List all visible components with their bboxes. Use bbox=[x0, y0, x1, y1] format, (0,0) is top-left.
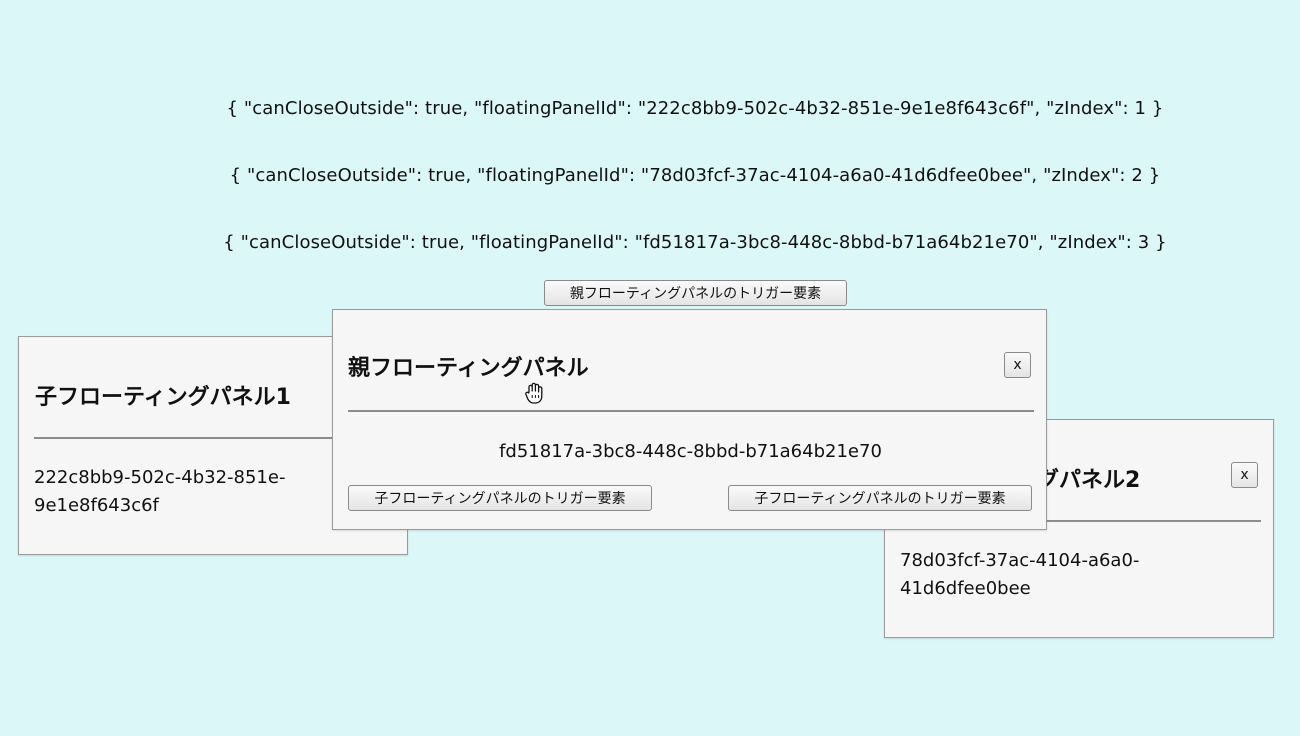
page: { "canCloseOutside": true, "floatingPane… bbox=[0, 0, 1300, 736]
panel-state-line-1: { "canCloseOutside": true, "floatingPane… bbox=[226, 98, 1164, 119]
parent-panel-title: 親フローティングパネル bbox=[348, 356, 589, 381]
child-panel-1-trigger-button[interactable]: 子フローティングパネルのトリガー要素 bbox=[348, 485, 652, 511]
parent-panel-close-button[interactable]: x bbox=[1004, 352, 1031, 378]
panel-state-line-3: { "canCloseOutside": true, "floatingPane… bbox=[223, 232, 1167, 253]
parent-panel-trigger-button[interactable]: 親フローティングパネルのトリガー要素 bbox=[544, 280, 847, 306]
parent-panel-id: fd51817a-3bc8-448c-8bbd-b71a64b21e70 bbox=[499, 441, 882, 462]
child-panel-2-id-line-2: 41d6dfee0bee bbox=[900, 578, 1031, 599]
panel-state-line-2: { "canCloseOutside": true, "floatingPane… bbox=[229, 165, 1161, 186]
grab-hand-icon bbox=[525, 382, 543, 404]
child-panel-2-trigger-button[interactable]: 子フローティングパネルのトリガー要素 bbox=[728, 485, 1032, 511]
child-panel-2-id: 78d03fcf-37ac-4104-a6a0- 41d6dfee0bee bbox=[900, 547, 1139, 603]
child-panel-1-id-line-1: 222c8bb9-502c-4b32-851e- bbox=[34, 467, 286, 488]
child-panel-1-id: 222c8bb9-502c-4b32-851e- 9e1e8f643c6f bbox=[34, 464, 285, 520]
child-panel-2-id-line-1: 78d03fcf-37ac-4104-a6a0- bbox=[900, 550, 1140, 571]
child-panel-2-close-button[interactable]: x bbox=[1231, 462, 1258, 488]
child-panel-1-title: 子フローティングパネル1 bbox=[35, 385, 291, 410]
child-panel-1-id-line-2: 9e1e8f643c6f bbox=[34, 495, 159, 516]
parent-panel-divider bbox=[348, 410, 1034, 412]
parent-floating-panel[interactable]: 親フローティングパネル x fd51817a-3bc8-448c-8bbd-b7… bbox=[332, 309, 1047, 530]
